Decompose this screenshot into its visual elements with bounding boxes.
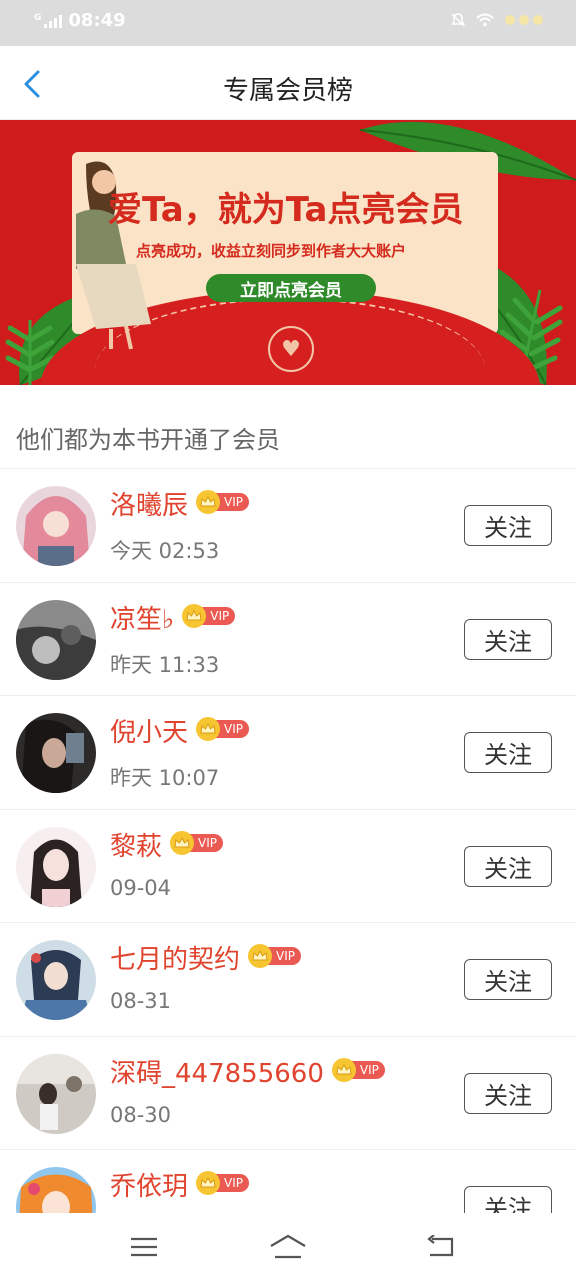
- member-row[interactable]: 黎萩 VIP 09-04 关注: [0, 810, 576, 923]
- name-line: 倪小天 VIP: [110, 716, 249, 750]
- name-line: 凉笙♭ VIP: [110, 603, 236, 637]
- menu-icon: [131, 1237, 157, 1257]
- clock: 08:49: [68, 10, 126, 31]
- name-line: 洛曦辰 VIP: [110, 489, 249, 523]
- follow-button[interactable]: 关注: [464, 845, 552, 887]
- home-button[interactable]: [268, 1231, 308, 1263]
- crown-icon: [182, 603, 207, 628]
- vip-badge: VIP: [248, 944, 301, 968]
- menu-button[interactable]: [124, 1231, 164, 1263]
- member-time: 昨天 10:07: [110, 766, 220, 790]
- member-row[interactable]: 洛曦辰 VIP 今天 02:53 关注: [0, 469, 576, 583]
- member-row[interactable]: 凉笙♭ VIP 昨天 11:33 关注: [0, 583, 576, 696]
- banner-headline: 爱Ta，就为Ta点亮会员: [108, 190, 464, 230]
- crown-icon: [196, 717, 221, 741]
- flower-status-icon: [505, 15, 543, 25]
- member-row[interactable]: 深碍_447855660 VIP 08-30 关注: [0, 1037, 576, 1150]
- avatar[interactable]: [16, 599, 96, 680]
- avatar[interactable]: [16, 713, 96, 793]
- follow-button[interactable]: 关注: [464, 1072, 552, 1114]
- avatar[interactable]: [16, 486, 96, 566]
- crown-icon: [170, 830, 195, 855]
- crown-icon: [196, 490, 221, 514]
- member-row[interactable]: 七月的契约 VIP 08-31 关注: [0, 923, 576, 1037]
- network-type: G: [34, 12, 42, 23]
- wifi-icon: [476, 13, 494, 27]
- member-name[interactable]: 凉笙♭: [110, 603, 174, 637]
- member-name[interactable]: 七月的契约: [110, 943, 240, 977]
- crown-icon: [196, 1171, 221, 1195]
- signal-icon: G: [34, 12, 63, 28]
- name-line: 深碍_447855660 VIP: [110, 1057, 385, 1091]
- avatar[interactable]: [16, 826, 96, 907]
- member-name[interactable]: 黎萩: [110, 830, 162, 864]
- vip-badge: VIP: [196, 1171, 249, 1195]
- status-left: G 08:49: [34, 10, 126, 31]
- vip-badge: VIP: [196, 490, 249, 514]
- system-nav-bar: [0, 1213, 576, 1280]
- member-name[interactable]: 洛曦辰: [110, 489, 188, 523]
- member-time: 08-30: [110, 1102, 172, 1127]
- member-list: 洛曦辰 VIP 今天 02:53 关注 凉笙♭ VIP 昨天 11:33 关注 …: [0, 469, 576, 1264]
- member-row[interactable]: 倪小天 VIP 昨天 10:07 关注: [0, 696, 576, 810]
- name-line: 乔依玥 VIP: [110, 1170, 249, 1204]
- crown-icon: [331, 1057, 356, 1082]
- home-icon: [270, 1234, 306, 1259]
- member-time: 09-04: [110, 875, 172, 900]
- avatar[interactable]: [16, 1053, 96, 1134]
- page-title: 专属会员榜: [222, 76, 353, 106]
- crown-icon: [248, 944, 273, 968]
- avatar[interactable]: [16, 940, 96, 1020]
- member-name[interactable]: 倪小天: [110, 716, 188, 750]
- member-time: 今天 02:53: [110, 539, 220, 563]
- member-name[interactable]: 深碍_447855660: [110, 1057, 324, 1091]
- vip-badge: VIP: [182, 603, 236, 628]
- status-bar: G 08:49: [0, 0, 576, 46]
- vip-badge: VIP: [331, 1057, 385, 1082]
- follow-button[interactable]: 关注: [464, 505, 552, 546]
- header: 专属会员榜: [0, 46, 576, 120]
- banner-subtitle: 点亮成功，收益立刻同步到作者大大账户: [136, 242, 407, 260]
- back-nav-button[interactable]: [420, 1231, 460, 1263]
- member-time: 08-31: [110, 989, 172, 1013]
- heart-seal-icon: ♥: [268, 326, 314, 372]
- name-line: 七月的契约 VIP: [110, 943, 301, 977]
- back-arrow-icon: [427, 1235, 454, 1257]
- promo-banner[interactable]: 爱Ta，就为Ta点亮会员 点亮成功，收益立刻同步到作者大大账户 立即点亮会员 ♥: [0, 120, 576, 385]
- follow-button[interactable]: 关注: [464, 618, 552, 660]
- follow-button[interactable]: 关注: [464, 732, 552, 773]
- name-line: 黎萩 VIP: [110, 830, 223, 864]
- member-time: 昨天 11:33: [110, 652, 220, 677]
- member-name[interactable]: 乔依玥: [110, 1170, 188, 1204]
- vip-badge: VIP: [170, 830, 223, 855]
- status-right: [450, 12, 544, 28]
- section-title: 他们都为本书开通了会员: [16, 426, 280, 454]
- vip-badge: VIP: [196, 717, 249, 741]
- follow-button[interactable]: 关注: [464, 959, 552, 1000]
- mute-bell-icon: [451, 13, 465, 27]
- banner-cta-button[interactable]: 立即点亮会员: [206, 274, 376, 302]
